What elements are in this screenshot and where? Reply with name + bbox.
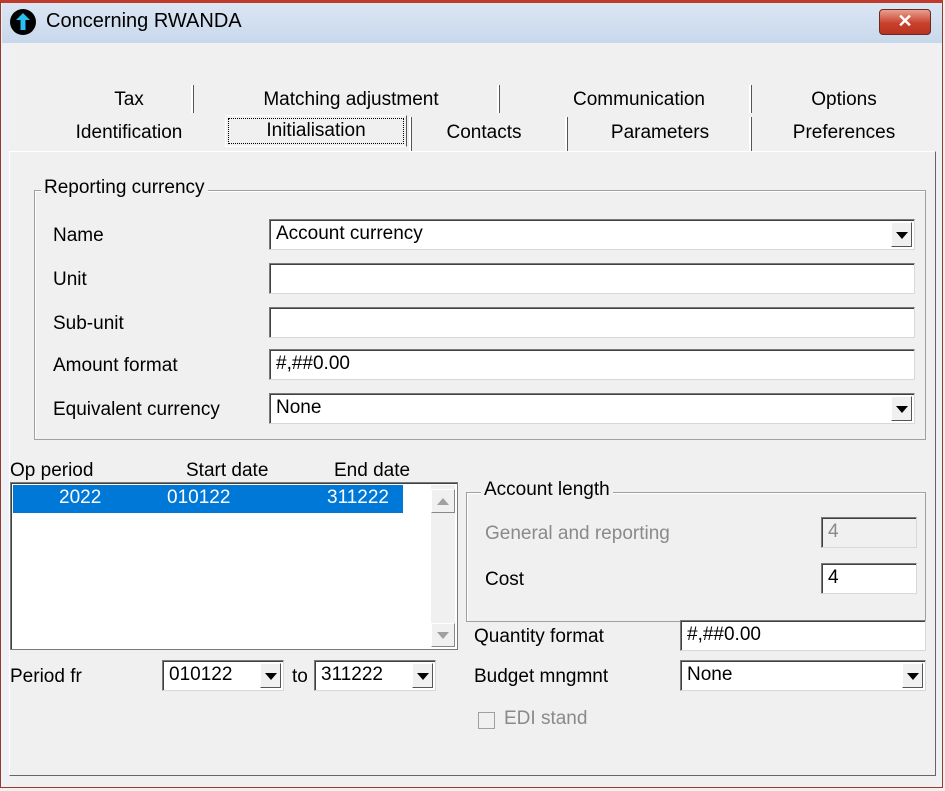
currency-name-value: Account currency xyxy=(276,223,423,244)
general-reporting-length-field: 4 xyxy=(821,517,917,548)
period-list-scrollbar[interactable] xyxy=(431,485,455,647)
dropdown-arrow-icon[interactable] xyxy=(902,663,923,688)
amount-format-field[interactable]: #,##0.00 xyxy=(269,349,915,380)
dialog-client-area: Tax Matching adjustment Communication Op… xyxy=(9,43,937,787)
budget-select[interactable]: None xyxy=(680,660,926,691)
tab-tax[interactable]: Tax xyxy=(49,87,209,113)
amount-format-label: Amount format xyxy=(53,355,178,376)
to-label: to xyxy=(292,666,308,687)
subunit-label: Sub-unit xyxy=(53,313,124,334)
period-from-select[interactable]: 010122 xyxy=(162,660,284,691)
cost-label: Cost xyxy=(485,569,525,590)
reporting-currency-group: Reporting currency Name Account currency… xyxy=(34,177,926,440)
name-label: Name xyxy=(53,225,104,246)
general-reporting-label: General and reporting xyxy=(485,523,670,544)
budget-value: None xyxy=(687,664,733,685)
dropdown-arrow-icon[interactable] xyxy=(891,396,912,421)
title-bar[interactable]: Concerning RWANDA ✕ xyxy=(2,3,942,43)
period-from-value: 010122 xyxy=(169,664,233,685)
op-period-cell: 2022 xyxy=(59,487,102,508)
period-from-label: Period fr xyxy=(10,666,82,687)
group-legend: Account length xyxy=(481,479,613,501)
col-header-op-period: Op period xyxy=(10,460,94,481)
tab-separator xyxy=(565,117,568,151)
close-button[interactable]: ✕ xyxy=(879,9,931,35)
equivalent-currency-value: None xyxy=(276,397,322,418)
edi-checkbox[interactable] xyxy=(478,712,495,729)
tab-options[interactable]: Options xyxy=(769,87,919,113)
tab-parameters[interactable]: Parameters xyxy=(575,120,745,146)
budget-label: Budget mngmnt xyxy=(474,666,609,687)
subunit-field[interactable] xyxy=(269,307,915,338)
currency-name-select[interactable]: Account currency xyxy=(269,219,915,250)
equivalent-currency-select[interactable]: None xyxy=(269,393,915,424)
start-date-cell: 010122 xyxy=(167,487,231,508)
cost-length-field[interactable]: 4 xyxy=(821,563,917,594)
quantity-format-label: Quantity format xyxy=(474,626,604,647)
unit-field[interactable] xyxy=(269,263,915,294)
dropdown-arrow-icon[interactable] xyxy=(412,663,433,688)
end-date-cell: 311222 xyxy=(327,487,389,508)
app-info-icon xyxy=(10,9,36,35)
edi-label: EDI stand xyxy=(504,708,588,729)
scroll-up-icon[interactable] xyxy=(431,489,455,513)
dropdown-arrow-icon[interactable] xyxy=(260,663,281,688)
window-title: Concerning RWANDA xyxy=(46,10,242,32)
tab-matching-adjustment[interactable]: Matching adjustment xyxy=(221,87,481,113)
col-header-end-date: End date xyxy=(334,460,411,481)
quantity-format-field[interactable]: #,##0.00 xyxy=(680,620,926,651)
tab-separator xyxy=(749,117,752,151)
tab-separator xyxy=(409,117,412,151)
period-list[interactable]: 2022 010122 311222 xyxy=(10,482,458,650)
tab-separator xyxy=(191,85,194,113)
close-icon: ✕ xyxy=(897,11,913,31)
tab-initialisation[interactable]: Initialisation xyxy=(225,115,407,147)
col-header-start-date: Start date xyxy=(186,460,269,481)
tab-separator xyxy=(497,85,500,113)
account-length-group: Account length General and reporting 4 C… xyxy=(466,479,926,622)
dropdown-arrow-icon[interactable] xyxy=(891,222,912,247)
group-legend: Reporting currency xyxy=(41,177,208,199)
dialog-window: Concerning RWANDA ✕ Tax Matching adjustm… xyxy=(0,0,943,788)
period-to-select[interactable]: 311222 xyxy=(314,660,436,691)
tab-preferences[interactable]: Preferences xyxy=(759,120,929,146)
tab-panel-initialisation: Reporting currency Name Account currency… xyxy=(9,151,936,776)
scroll-down-icon[interactable] xyxy=(431,623,455,647)
tab-identification[interactable]: Identification xyxy=(39,120,219,146)
tab-contacts[interactable]: Contacts xyxy=(419,120,549,146)
equivalent-currency-label: Equivalent currency xyxy=(53,399,220,420)
tab-separator xyxy=(749,85,752,113)
unit-label: Unit xyxy=(53,269,87,290)
list-item[interactable]: 2022 010122 311222 xyxy=(13,485,403,513)
period-to-value: 311222 xyxy=(321,664,383,685)
tab-communication[interactable]: Communication xyxy=(529,87,749,113)
